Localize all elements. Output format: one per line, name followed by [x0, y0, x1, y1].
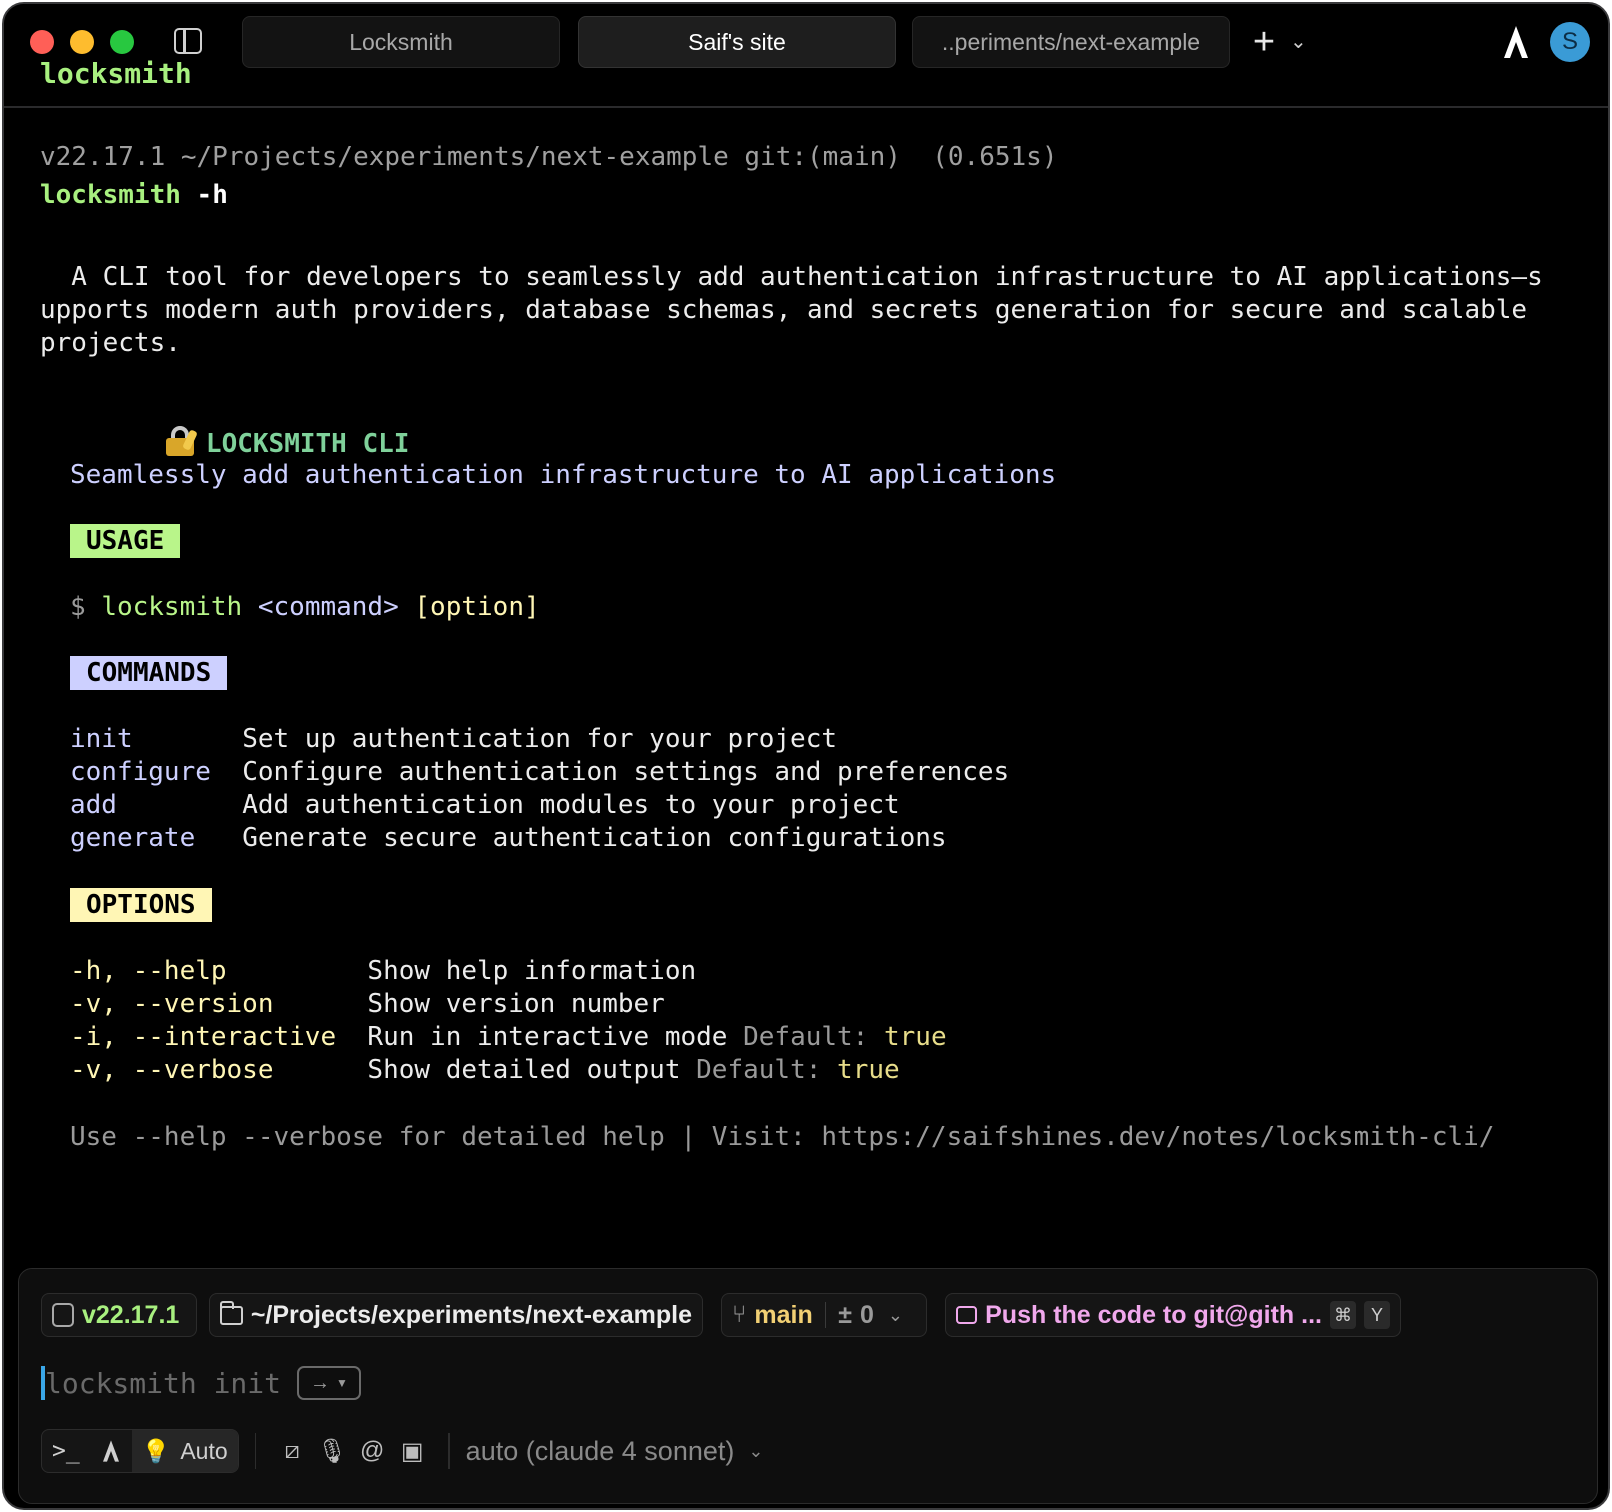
tab-next-example[interactable]: ..periments/next-example	[912, 16, 1230, 68]
command-description: Configure authentication settings and pr…	[242, 757, 1010, 787]
command-name: configure	[70, 757, 243, 787]
git-branch-chip[interactable]: ⑂ main ± 0 ⌄	[721, 1293, 927, 1337]
arrow-icon: →	[310, 1371, 331, 1394]
input-toolbar: >_ 💡 Auto ⧄ 🎙 @ ▣ auto (claude 4 sonnet)…	[41, 1429, 763, 1473]
option-default-value: true	[837, 1055, 900, 1085]
command-input[interactable]	[45, 1366, 291, 1400]
cmd-key-hint: ⌘	[1330, 1301, 1356, 1329]
usage-badge: USAGE	[70, 524, 181, 558]
minimize-window-button[interactable]	[70, 30, 94, 54]
command-description: Generate secure authentication configura…	[242, 823, 947, 853]
usage-command: locksmith	[101, 592, 258, 622]
auto-mode-button[interactable]: 💡 Auto	[131, 1430, 238, 1472]
description-line: A CLI tool for developers to seamlessly …	[40, 262, 1543, 292]
option-flag: -h, --help	[70, 956, 368, 986]
help-footer: Use --help --verbose for detailed help |…	[70, 1122, 1495, 1152]
command-flag: -h	[180, 180, 228, 210]
command-name: init	[70, 724, 243, 754]
node-version-label: v22.17.1	[82, 1300, 180, 1329]
option-default-label: Default:	[680, 1055, 838, 1085]
terminal-window: Locksmith Saif's site ..periments/next-e…	[2, 2, 1610, 1510]
command-line: locksmith -h	[40, 178, 228, 212]
option-description: Run in interactive mode	[367, 1022, 728, 1052]
usage-line: $ locksmith <command> [option]	[70, 590, 540, 624]
option-row: -i, --interactive Run in interactive mod…	[70, 1020, 947, 1054]
option-flag: -i, --interactive	[70, 1022, 368, 1052]
command-input-row: →▼	[41, 1363, 361, 1403]
folder-icon	[219, 1300, 243, 1325]
cli-tagline: Seamlessly add authentication infrastruc…	[70, 460, 1057, 490]
option-row: -h, --help Show help information	[70, 954, 696, 988]
suggestion-label: Push the code to git@gith ...	[985, 1300, 1322, 1329]
image-attach-icon[interactable]: ▣	[392, 1431, 432, 1471]
input-mode-dropdown[interactable]: → ▼	[297, 1366, 361, 1400]
node-version-chip[interactable]: v22.17.1	[41, 1293, 197, 1337]
option-row: -v, --version Show version number	[70, 987, 665, 1021]
diff-count: 0	[860, 1300, 874, 1329]
commands-badge: COMMANDS	[70, 656, 228, 690]
y-key-hint: Y	[1364, 1301, 1390, 1329]
command-name: locksmith	[40, 180, 181, 210]
directory-chip[interactable]: ~/Projects/experiments/next-example	[209, 1293, 703, 1337]
description-line: upports modern auth providers, database …	[40, 295, 1528, 325]
agent-mode-icon[interactable]	[90, 1430, 132, 1472]
dollar-sign: $	[70, 592, 102, 622]
cli-title-text: LOCKSMITH CLI	[205, 429, 410, 459]
add-tab-button[interactable]: +	[1244, 20, 1284, 64]
option-flag: -v, --verbose	[70, 1055, 368, 1085]
usage-option: [option]	[414, 592, 540, 622]
input-panel: v22.17.1 ~/Projects/experiments/next-exa…	[18, 1268, 1598, 1504]
title-bar: Locksmith Saif's site ..periments/next-e…	[4, 4, 1608, 108]
warp-logo-icon[interactable]	[1500, 24, 1532, 60]
options-badge: OPTIONS	[70, 888, 212, 922]
command-row: add Add authentication modules to your p…	[70, 788, 900, 822]
command-row: generate Generate secure authentication …	[70, 821, 947, 855]
option-default-value: true	[884, 1022, 947, 1052]
caret-down-icon: ▼	[336, 1376, 348, 1390]
lock-key-icon	[164, 426, 198, 456]
chevron-down-icon[interactable]: ⌄	[888, 1305, 903, 1326]
prompt-info: v22.17.1 ~/Projects/experiments/next-exa…	[40, 142, 1058, 172]
command-description: Add authentication modules to your proje…	[242, 790, 900, 820]
command-description: Set up authentication for your project	[242, 724, 838, 754]
at-mention-icon[interactable]: @	[352, 1431, 392, 1471]
nodejs-icon	[52, 1303, 74, 1327]
option-flag: -v, --version	[70, 989, 368, 1019]
sidebar-toggle-icon[interactable]	[174, 28, 202, 54]
close-window-button[interactable]	[30, 30, 54, 54]
mode-segmented-control: >_ 💡 Auto	[41, 1429, 239, 1473]
command-row: init Set up authentication for your proj…	[70, 722, 837, 756]
option-default-label: Default:	[727, 1022, 884, 1052]
chevron-down-icon[interactable]: ⌄	[1290, 24, 1307, 60]
terminal-output: v22.17.1 ~/Projects/experiments/next-exa…	[4, 108, 1608, 1258]
lightbulb-icon: 💡	[141, 1437, 171, 1464]
model-label: auto (claude 4 sonnet)	[465, 1435, 735, 1466]
option-description: Show detailed output	[367, 1055, 681, 1085]
maximize-window-button[interactable]	[110, 30, 134, 54]
git-branch-icon: ⑂	[732, 1301, 747, 1328]
avatar[interactable]: S	[1550, 22, 1590, 62]
ai-suggestion-chip[interactable]: Push the code to git@gith ... ⌘ Y	[945, 1293, 1401, 1337]
option-row: -v, --verbose Show detailed output Defau…	[70, 1053, 900, 1087]
chevron-down-icon: ⌄	[748, 1440, 764, 1461]
tab-saifs-site[interactable]: Saif's site	[578, 16, 896, 68]
command-row: configure Configure authentication setti…	[70, 755, 1009, 789]
model-selector[interactable]: auto (claude 4 sonnet) ⌄	[466, 1436, 764, 1467]
option-description: Show version number	[367, 989, 665, 1019]
auto-label: Auto	[180, 1437, 228, 1464]
terminal-mode-icon[interactable]: >_	[42, 1430, 90, 1472]
command-name: generate	[70, 823, 243, 853]
scrolled-command-text: locksmith	[40, 57, 192, 90]
description-line: projects.	[40, 328, 181, 358]
usage-argument: <command>	[257, 592, 415, 622]
option-description: Show help information	[367, 956, 697, 986]
directory-label: ~/Projects/experiments/next-example	[250, 1300, 692, 1329]
diff-symbol: ±	[838, 1300, 852, 1329]
microphone-icon[interactable]: 🎙	[312, 1431, 352, 1471]
branch-label: main	[754, 1300, 813, 1329]
chat-icon	[956, 1306, 978, 1324]
command-name: add	[70, 790, 243, 820]
tab-locksmith[interactable]: Locksmith	[242, 16, 560, 68]
slash-command-icon[interactable]: ⧄	[272, 1431, 312, 1471]
